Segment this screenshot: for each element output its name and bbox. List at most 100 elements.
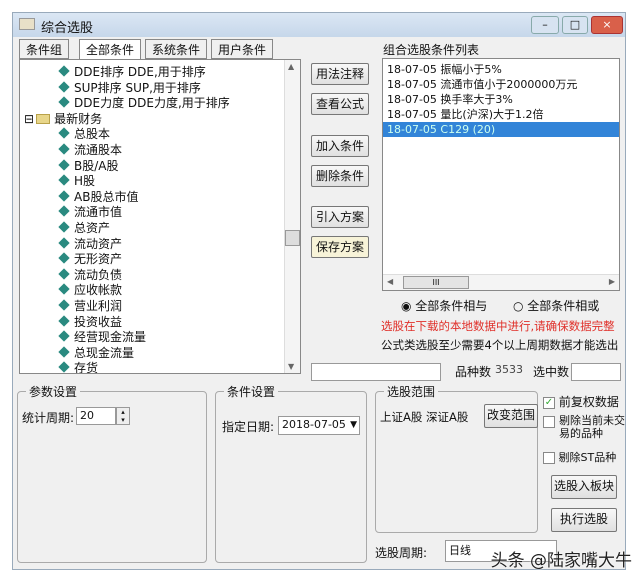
tree-folder[interactable]: ⊟ 最新财务	[24, 111, 102, 127]
condition-icon	[58, 174, 70, 186]
tree-item[interactable]: DDE力度 DDE力度,用于排序	[58, 95, 230, 111]
info-note: 公式类选股至少需要4个以上周期数据才能选出	[381, 338, 619, 352]
delete-condition-button[interactable]: 删除条件	[311, 165, 369, 187]
tree-item-label: 总资产	[74, 221, 111, 235]
condition-icon	[58, 205, 70, 218]
scroll-right-icon[interactable]: ▶	[609, 277, 615, 286]
condition-tree[interactable]: ▲ ▼ DDE排序 DDE,用于排序 SUP排序 SUP,用于排序 DDE力度 DD…	[19, 59, 301, 374]
folder-icon	[36, 113, 51, 124]
usage-note-button[interactable]: 用法注释	[311, 63, 369, 85]
maximize-button[interactable]: □	[562, 16, 588, 34]
adjusted-data-checkbox[interactable]: ✓ 前复权数据	[543, 393, 619, 410]
condition-settings-legend: 条件设置	[224, 383, 279, 400]
logic-or-label: 全部条件相或	[527, 299, 600, 313]
adjusted-data-label: 前复权数据	[558, 395, 619, 409]
tree-item-label: 总现金流量	[74, 345, 135, 360]
tree-item-label: 投资收益	[74, 314, 123, 329]
condition-list-item[interactable]: 18-07-05 C129 (20)	[383, 122, 619, 137]
period-spinner[interactable]: ▴ ▾	[116, 407, 130, 425]
tree-item[interactable]: 应收帐款	[58, 282, 122, 298]
minimize-button[interactable]: –	[531, 16, 559, 34]
window-title: 综合选股	[41, 21, 94, 36]
range-markets: 上证A股 深证A股	[380, 410, 469, 424]
add-to-block-button[interactable]: 选股入板块	[551, 475, 617, 499]
add-condition-button[interactable]: 加入条件	[311, 135, 369, 157]
period-input[interactable]: 20	[76, 407, 116, 425]
tree-item[interactable]: 营业利润	[58, 298, 123, 314]
tree-item-label: 总股本	[74, 127, 111, 142]
tree-item[interactable]: 流动资产	[58, 236, 122, 252]
tree-item-label: H股	[74, 174, 96, 189]
app-icon	[19, 18, 35, 30]
tab-all-conditions[interactable]: 全部条件	[79, 39, 142, 61]
tree-item-label: 经营现金流量	[74, 330, 147, 345]
conditions-list[interactable]: 18-07-05 振幅小于5% 18-07-05 流通市值小于2000000万元 1…	[382, 58, 620, 291]
tree-item[interactable]: B股/A股	[58, 158, 119, 174]
scroll-left-icon[interactable]: ◀	[387, 277, 393, 286]
selected-count-value	[571, 363, 621, 381]
chevron-down-icon[interactable]: ▼	[350, 417, 357, 433]
tree-item[interactable]: 总现金流量	[58, 345, 135, 361]
condition-icon	[58, 80, 70, 93]
range-legend: 选股范围	[384, 383, 439, 400]
tree-item-label: DDE力度 DDE力度,用于排序	[74, 96, 230, 111]
condition-icon	[58, 299, 70, 311]
tree-item-label: B股/A股	[74, 158, 119, 173]
date-value: 2018-07-05	[282, 418, 346, 431]
condition-settings-group: 条件设置 指定日期: 2018-07-05 ▼	[215, 383, 367, 563]
condition-icon	[58, 252, 70, 264]
tree-item[interactable]: 流通市值	[58, 204, 123, 220]
logic-or-radio[interactable]: ○ 全部条件相或	[513, 297, 599, 314]
count-value: 3533	[495, 363, 523, 376]
tree-item[interactable]: 投资收益	[58, 314, 123, 330]
tab-system-conditions[interactable]: 系统条件	[145, 39, 208, 59]
tab-condition-group[interactable]: 条件组	[19, 39, 70, 59]
condition-icon	[58, 236, 70, 249]
condition-list-item[interactable]: 18-07-05 振幅小于5%	[383, 62, 619, 77]
tree-item[interactable]: 流通股本	[58, 142, 122, 158]
check-icon: ✓	[543, 396, 555, 409]
tree-item-label: 流通市值	[74, 205, 123, 220]
collapse-icon[interactable]: ⊟	[24, 112, 34, 126]
close-button[interactable]: ×	[591, 16, 623, 34]
tab-user-conditions[interactable]: 用户条件	[211, 39, 274, 59]
title-bar: 综合选股 – □ ×	[13, 13, 625, 37]
exclude-st-checkbox[interactable]: 剔除ST品种	[543, 449, 616, 465]
change-range-button[interactable]: 改变范围	[484, 404, 538, 428]
exclude-st-label: 剔除ST品种	[558, 451, 617, 464]
scroll-down-icon[interactable]: ▼	[288, 362, 294, 371]
condition-list-item[interactable]: 18-07-05 换手率大于3%	[383, 92, 619, 107]
tree-item[interactable]: 总资产	[58, 220, 111, 236]
tree-item[interactable]: SUP排序 SUP,用于排序	[58, 80, 201, 96]
tree-scrollbar[interactable]: ▲ ▼	[284, 60, 300, 373]
scroll-up-icon[interactable]: ▲	[288, 62, 294, 71]
condition-icon	[58, 268, 70, 280]
condition-list-item[interactable]: 18-07-05 流通市值小于2000000万元	[383, 77, 619, 92]
save-plan-button[interactable]: 保存方案	[311, 236, 369, 258]
tree-item[interactable]: 总股本	[58, 126, 111, 142]
tree-item[interactable]: 存货	[58, 360, 98, 373]
execute-screening-button[interactable]: 执行选股	[551, 508, 617, 532]
tree-item[interactable]: 经营现金流量	[58, 329, 147, 345]
tree-item-label: 营业利润	[74, 299, 123, 313]
list-hscrollbar[interactable]: ◀ III ▶	[383, 274, 619, 290]
date-select[interactable]: 2018-07-05 ▼	[278, 416, 360, 435]
period-label: 统计周期:	[22, 411, 75, 425]
tree-item[interactable]: DDE排序 DDE,用于排序	[58, 64, 206, 80]
import-plan-button[interactable]: 引入方案	[311, 206, 369, 228]
view-formula-button[interactable]: 查看公式	[311, 93, 369, 115]
hscroll-thumb[interactable]: III	[403, 276, 469, 289]
condition-icon	[58, 314, 70, 327]
logic-and-radio[interactable]: ◉ 全部条件相与	[401, 297, 487, 314]
condition-icon	[58, 361, 70, 373]
tree-item[interactable]: H股	[58, 173, 96, 189]
exclude-untraded-checkbox[interactable]: 剔除当前未交易的品种	[543, 414, 625, 440]
tree-item[interactable]: 流动负债	[58, 267, 122, 283]
tree-item[interactable]: 无形资产	[58, 251, 122, 267]
checkbox-box	[543, 416, 555, 428]
tree-item[interactable]: AB股总市值	[58, 189, 138, 205]
condition-list-item[interactable]: 18-07-05 量比(沪深)大于1.2倍	[383, 107, 619, 122]
params-group: 参数设置 统计周期: 20 ▴ ▾	[17, 383, 207, 563]
condition-icon	[58, 127, 70, 140]
scroll-thumb[interactable]	[285, 230, 300, 246]
